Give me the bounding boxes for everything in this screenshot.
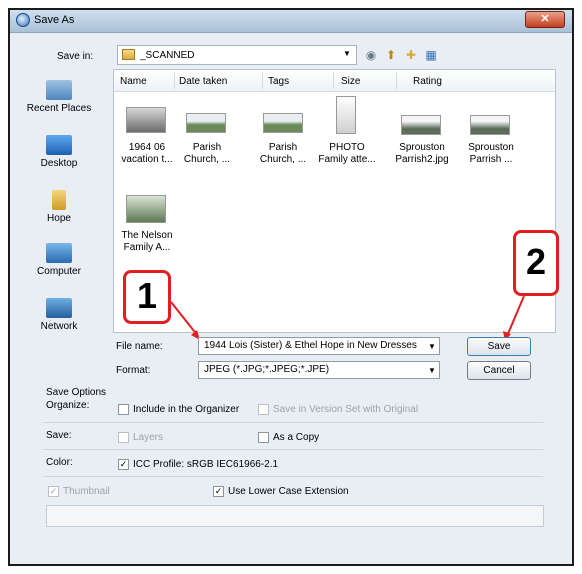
include-organizer-checkbox[interactable] (118, 404, 129, 415)
layers-label: Layers (133, 432, 164, 443)
divider (43, 476, 543, 477)
icc-profile-checkbox[interactable]: ✓ (118, 459, 129, 470)
save-label: Save: (46, 430, 72, 441)
arrow-1-line (170, 301, 199, 337)
message-area (46, 505, 544, 527)
version-set-checkbox[interactable] (258, 404, 269, 415)
chevron-down-icon[interactable]: ▼ (428, 342, 436, 351)
include-organizer-label: Include in the Organizer (133, 404, 240, 415)
chevron-down-icon[interactable]: ▼ (428, 366, 436, 375)
file-name-input[interactable]: 1944 Lois (Sister) & Ethel Hope in New D… (198, 337, 440, 355)
format-select[interactable]: JPEG (*.JPG;*.JPEG;*.JPE) (198, 361, 440, 379)
icc-profile-label: ICC Profile: sRGB IEC61966-2.1 (133, 459, 279, 470)
format-label: Format: (116, 365, 151, 376)
thumbnail-label: Thumbnail (63, 486, 110, 497)
arrow-2-line (506, 295, 525, 337)
divider (43, 449, 543, 450)
divider (43, 422, 543, 423)
cancel-button[interactable]: Cancel (467, 361, 531, 380)
layers-checkbox[interactable] (118, 432, 129, 443)
version-set-label: Save in Version Set with Original (273, 404, 419, 415)
color-label: Color: (46, 457, 73, 468)
file-name-label: File name: (116, 341, 163, 352)
save-button[interactable]: Save (467, 337, 531, 356)
lowercase-extension-label: Use Lower Case Extension (228, 486, 349, 497)
lowercase-extension-checkbox[interactable]: ✓ (213, 486, 224, 497)
organize-label: Organize: (46, 400, 90, 411)
thumbnail-checkbox[interactable]: ✓ (48, 486, 59, 497)
as-copy-label: As a Copy (273, 432, 320, 443)
save-options-header: Save Options (46, 387, 107, 398)
as-copy-checkbox[interactable] (258, 432, 269, 443)
